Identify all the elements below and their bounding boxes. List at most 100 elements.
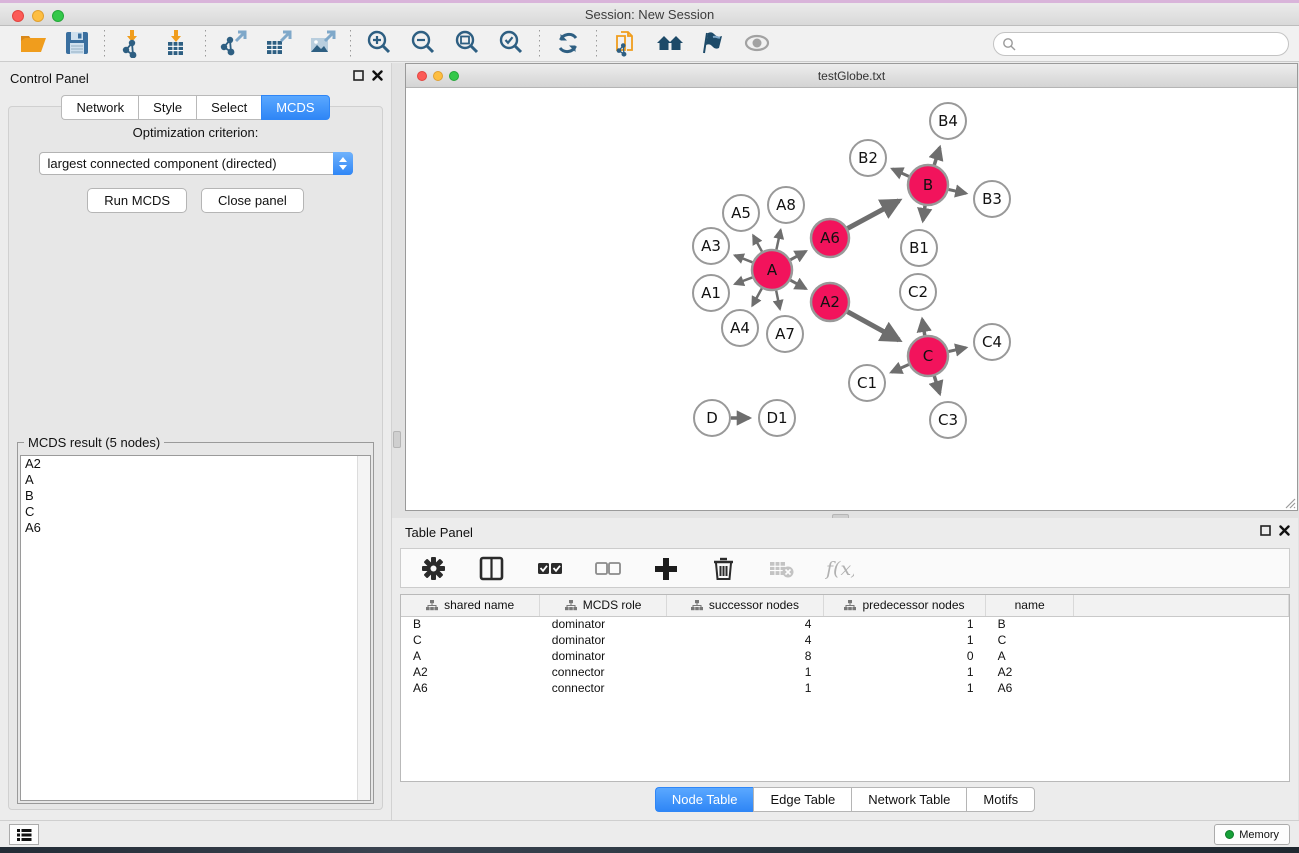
table-cell[interactable]: 1 [823,680,985,696]
column-header-predecessor-nodes[interactable]: predecessor nodes [823,595,985,616]
graph-edge-B-B1[interactable] [923,206,925,221]
table-cell[interactable]: B [986,616,1074,632]
table-cell[interactable]: 4 [666,616,823,632]
desktop-vertical-scrollbar[interactable] [393,431,401,448]
graph-node-B2[interactable]: B2 [850,140,886,176]
table-settings-gear-icon[interactable] [415,553,451,583]
graph-edge-A-A1[interactable] [735,277,752,284]
tab-mcds[interactable]: MCDS [261,95,329,120]
result-item[interactable]: A [21,472,370,488]
graph-edge-A-A3[interactable] [735,255,753,262]
graph-edge-B-B2[interactable] [892,169,909,176]
column-header-name[interactable]: name [986,595,1074,616]
table-cell[interactable]: dominator [540,632,667,648]
home-pair-icon[interactable] [651,29,687,59]
duplicate-network-icon[interactable] [607,29,643,59]
graph-node-C2[interactable]: C2 [900,274,936,310]
graph-node-C1[interactable]: C1 [849,365,885,401]
window-resize-grip[interactable] [1282,495,1296,509]
graph-edge-A-A2[interactable] [790,280,805,289]
import-table-icon[interactable] [159,29,195,59]
export-table-icon[interactable] [260,29,296,59]
table-cell[interactable]: A6 [986,680,1074,696]
graph-node-C3[interactable]: C3 [930,402,966,438]
close-panel-button[interactable]: Close panel [201,188,304,213]
open-folder-icon[interactable] [14,29,50,59]
save-floppy-icon[interactable] [58,29,94,59]
table-cell[interactable] [1074,648,1289,664]
table-cell[interactable] [1074,632,1289,648]
mcds-result-list[interactable]: A2ABCA6 [20,455,371,801]
result-item[interactable]: A6 [21,520,370,536]
add-column-plus-icon[interactable] [647,553,683,583]
graph-node-C4[interactable]: C4 [974,324,1010,360]
style-flag-icon[interactable] [695,29,731,59]
run-mcds-button[interactable]: Run MCDS [87,188,187,213]
table-cell[interactable]: 1 [666,664,823,680]
table-cell[interactable]: A [401,648,540,664]
table-cell[interactable]: B [401,616,540,632]
table-cell[interactable] [1074,664,1289,680]
table-cell[interactable] [1074,680,1289,696]
graph-edge-A2-C[interactable] [848,312,900,340]
graph-node-A[interactable]: A [752,250,792,290]
network-canvas[interactable]: B4B2BB3A8A5A6B1A3AC2A1A2A4A7C4CC1C3DD1 [407,89,1296,509]
table-cell[interactable]: A [986,648,1074,664]
tab-node-table[interactable]: Node Table [655,787,754,812]
graph-node-B1[interactable]: B1 [901,230,937,266]
table-cell[interactable]: 4 [666,632,823,648]
tab-network[interactable]: Network [61,95,138,120]
dropdown-stepper-icon[interactable] [333,152,353,175]
table-cell[interactable]: 1 [823,616,985,632]
graph-edge-A-A7[interactable] [776,291,780,309]
task-history-button[interactable] [9,824,39,845]
table-cell[interactable]: 1 [823,664,985,680]
table-cell[interactable] [1074,616,1289,632]
graph-edge-A6-B[interactable] [848,201,899,229]
table-row[interactable]: A2connector11A2 [401,664,1289,680]
table-cell[interactable]: A6 [401,680,540,696]
table-cell[interactable]: C [986,632,1074,648]
graph-node-A2[interactable]: A2 [811,283,849,321]
table-row[interactable]: A6connector11A6 [401,680,1289,696]
graph-edge-A-A6[interactable] [790,251,805,260]
table-cell[interactable]: A2 [986,664,1074,680]
window-titlebar[interactable]: Session: New Session [0,3,1299,26]
refresh-icon[interactable] [550,29,586,59]
graph-edge-B-B4[interactable] [934,147,939,165]
table-cell[interactable]: A2 [401,664,540,680]
graph-node-A8[interactable]: A8 [768,187,804,223]
table-cell[interactable]: 8 [666,648,823,664]
graph-node-A3[interactable]: A3 [693,228,729,264]
table-cell[interactable]: dominator [540,648,667,664]
search-input[interactable] [1017,34,1288,54]
graph-node-B[interactable]: B [908,165,948,205]
result-scrollbar[interactable] [357,456,370,800]
graph-node-A7[interactable]: A7 [767,316,803,352]
graph-node-A1[interactable]: A1 [693,275,729,311]
graph-node-B3[interactable]: B3 [974,181,1010,217]
tab-motifs[interactable]: Motifs [966,787,1035,812]
export-image-icon[interactable] [304,29,340,59]
export-network-icon[interactable] [216,29,252,59]
tab-style[interactable]: Style [138,95,196,120]
graph-node-A4[interactable]: A4 [722,310,758,346]
graph-node-D[interactable]: D [694,400,730,436]
graph-node-D1[interactable]: D1 [759,400,795,436]
search-box[interactable] [993,32,1289,56]
tab-edge-table[interactable]: Edge Table [753,787,851,812]
zoom-out-icon[interactable] [405,29,441,59]
table-row[interactable]: Adominator80A [401,648,1289,664]
table-cell[interactable]: 1 [666,680,823,696]
table-cell[interactable]: connector [540,680,667,696]
graph-edge-A-A8[interactable] [776,230,780,250]
graph-edge-A-A4[interactable] [752,288,762,305]
table-cell[interactable]: C [401,632,540,648]
float-panel-icon[interactable] [353,70,364,81]
graph-edge-C-C2[interactable] [922,319,924,335]
table-cell[interactable]: dominator [540,616,667,632]
graph-edge-C-C1[interactable] [891,364,908,372]
graph-edge-C-C4[interactable] [949,348,966,352]
zoom-selected-icon[interactable] [493,29,529,59]
column-layout-icon[interactable] [473,553,509,583]
